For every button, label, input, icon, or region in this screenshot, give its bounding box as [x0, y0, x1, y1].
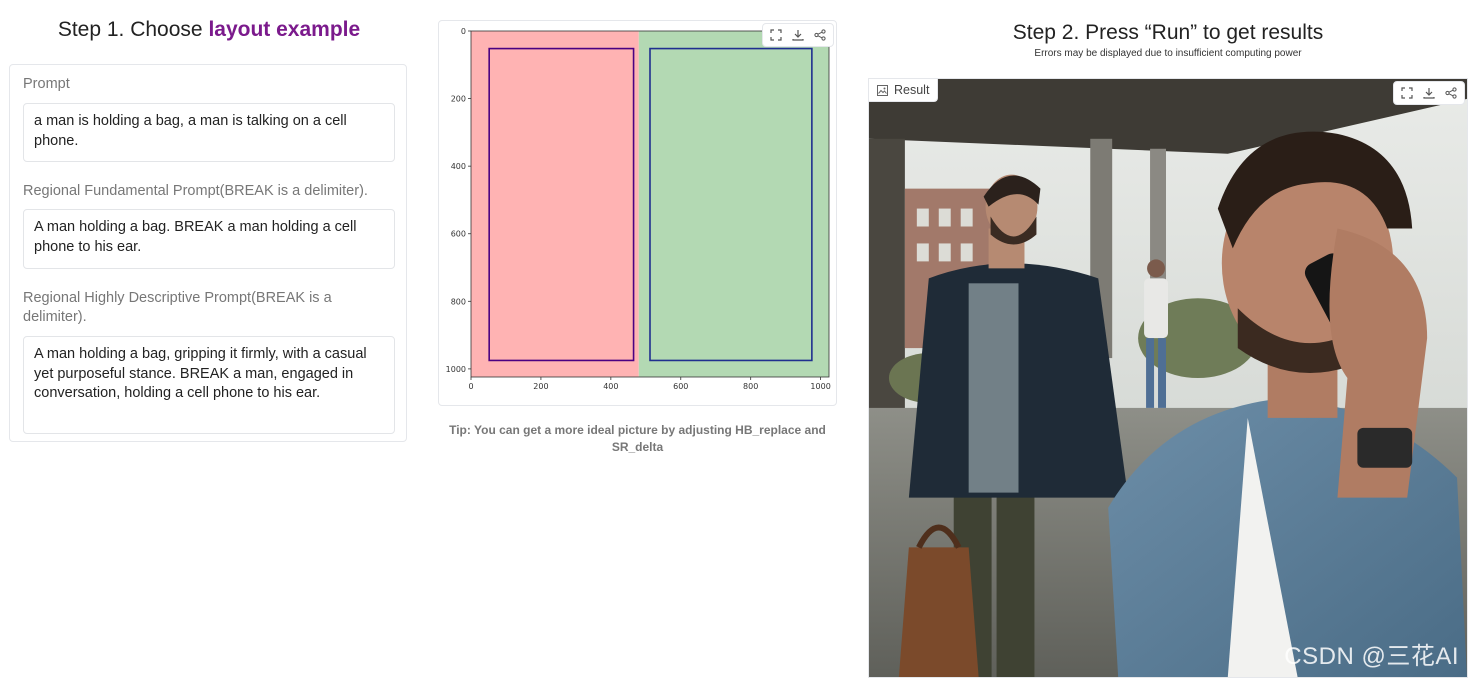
regional-descriptive-label: Regional Highly Descriptive Prompt(BREAK… — [23, 290, 332, 325]
regional-fundamental-label: Regional Fundamental Prompt(BREAK is a d… — [23, 183, 368, 199]
share-button[interactable] — [810, 26, 830, 44]
step1-title-prefix: Step 1. Choose — [57, 18, 209, 41]
x-tick-label: 800 — [743, 382, 758, 391]
x-tick-label: 1000 — [810, 382, 830, 391]
prompt-panel: Prompt a man is holding a bag, a man is … — [9, 64, 407, 442]
tip-text: Tip: You can get a more ideal picture by… — [449, 423, 826, 454]
y-tick-label: 1000 — [446, 365, 466, 374]
share-icon — [814, 29, 826, 41]
step1-title-accent: layout example — [208, 18, 361, 41]
step1-title: Step 1. Choose layout example — [0, 18, 418, 42]
fullscreen-button[interactable] — [766, 26, 786, 44]
download-icon — [1423, 88, 1435, 99]
result-image-panel: Result CSDN @三花AI — [868, 78, 1468, 678]
image-icon — [877, 84, 888, 96]
y-tick-label: 200 — [451, 95, 466, 104]
step2-title: Step 2. Press “Run” to get results — [1012, 21, 1324, 44]
y-tick-label: 600 — [451, 230, 466, 239]
x-tick-label: 0 — [468, 382, 473, 391]
result-label-text: Result — [894, 83, 930, 97]
step2-note: Errors may be displayed due to insuffici… — [1034, 48, 1302, 59]
y-tick-label: 400 — [451, 162, 466, 171]
layout-region-1 — [471, 31, 639, 377]
layout-chart: 0 200 400 600 800 100002004006008001000 — [446, 27, 831, 391]
result-download-button[interactable] — [1419, 84, 1439, 102]
layout-region-2 — [638, 31, 829, 377]
regional-descriptive-textbox[interactable]: A man holding a bag, gripping it firmly,… — [23, 336, 395, 434]
fullscreen-icon — [770, 29, 782, 41]
watermark: CSDN @三花AI — [1284, 643, 1459, 670]
prompt-label: Prompt — [23, 76, 70, 92]
x-tick-label: 600 — [673, 382, 688, 391]
result-image — [869, 79, 1467, 677]
x-tick-label: 200 — [533, 382, 548, 391]
x-tick-label: 400 — [603, 382, 618, 391]
download-button[interactable] — [788, 26, 808, 44]
fullscreen-icon — [1401, 87, 1413, 99]
result-toolbar — [1393, 81, 1465, 105]
regional-fundamental-textbox[interactable]: A man holding a bag. BREAK a man holding… — [23, 209, 395, 269]
layout-plot: 0 200 400 600 800 1000 0 200 400 600 800 1000 — [438, 20, 837, 406]
result-fullscreen-button[interactable] — [1397, 84, 1417, 102]
download-icon — [792, 30, 804, 41]
plot-toolbar — [762, 23, 834, 47]
y-tick-label: 0 — [461, 27, 466, 36]
result-label: Result — [869, 79, 939, 102]
share-icon — [1445, 87, 1457, 99]
prompt-textbox[interactable]: a man is holding a bag, a man is talking… — [23, 103, 395, 162]
result-share-button[interactable] — [1441, 84, 1461, 102]
y-tick-label: 800 — [451, 297, 466, 306]
